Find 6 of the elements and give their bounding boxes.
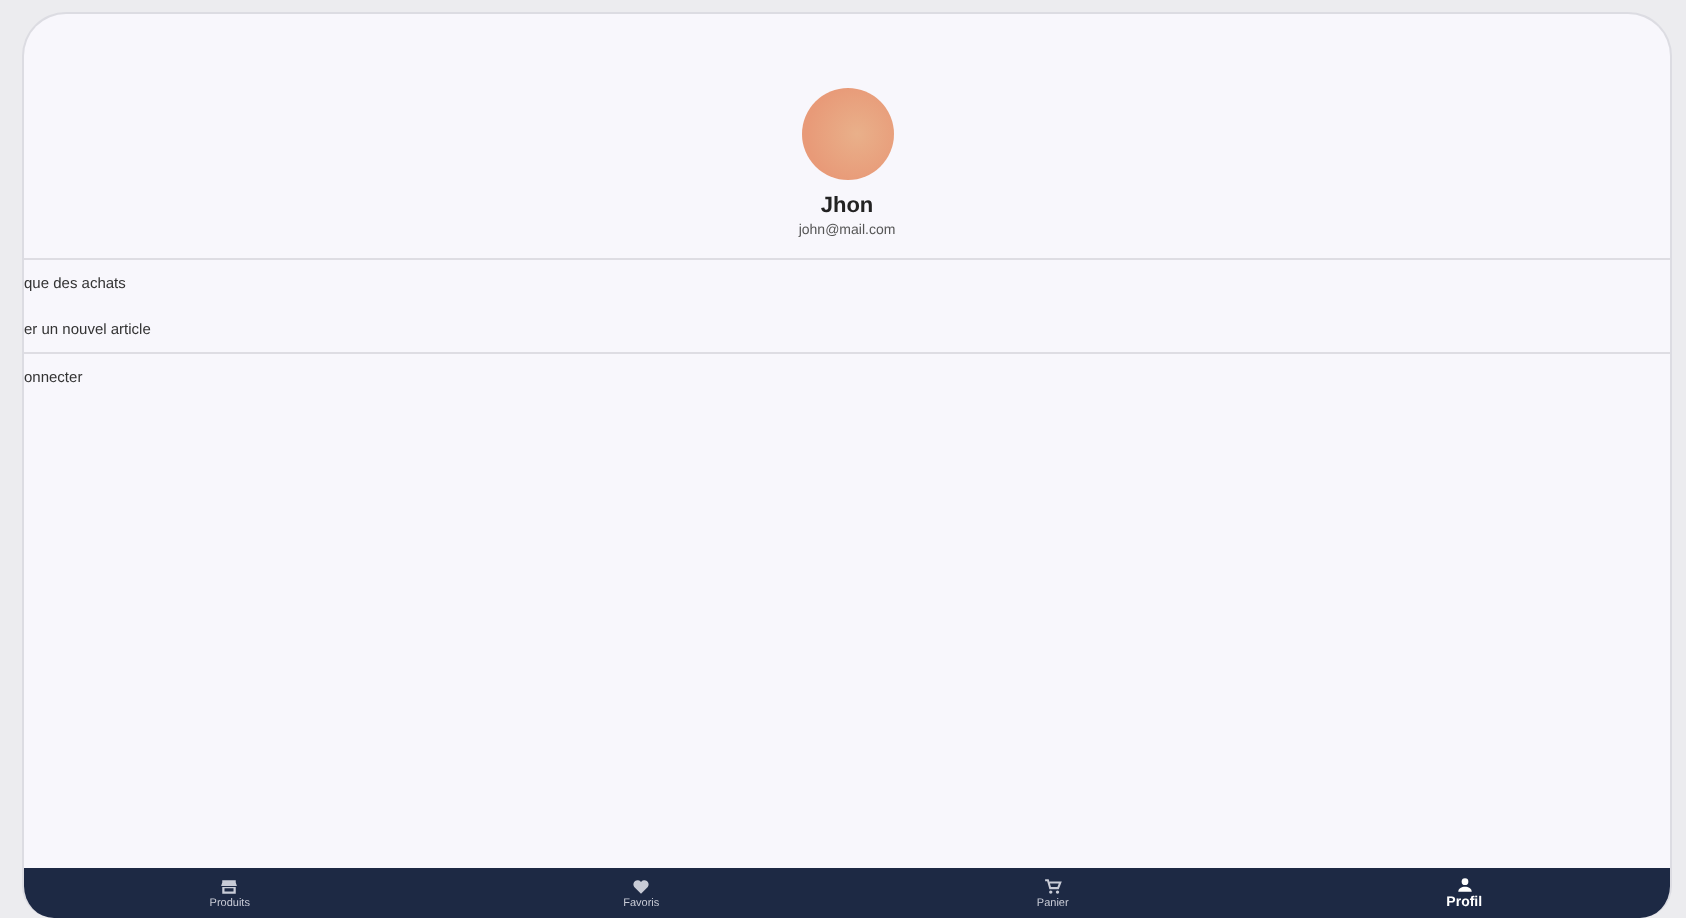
user-name: Jhon (820, 194, 874, 218)
heart-icon (632, 877, 651, 895)
cart-icon (1043, 877, 1062, 895)
person-icon (1455, 876, 1474, 894)
avatar (801, 88, 893, 180)
store-icon (220, 877, 239, 895)
